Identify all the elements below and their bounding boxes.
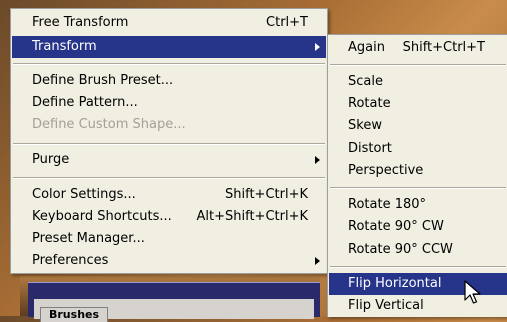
menu-item-define-custom-shape: Define Custom Shape...: [12, 114, 326, 136]
menu-item-label: Define Pattern...: [32, 95, 138, 110]
submenu-item-skew[interactable]: Skew: [329, 115, 507, 137]
menu-item-label: Preset Manager...: [32, 231, 145, 246]
menu-item-label: Distort: [348, 141, 392, 156]
menu-item-transform[interactable]: Transform: [12, 36, 326, 58]
menu-item-label: Flip Horizontal: [348, 276, 442, 291]
menu-separator: [13, 177, 325, 179]
menu-item-label: Flip Vertical: [348, 298, 424, 313]
menu-item-label: Rotate 90° CW: [348, 219, 444, 234]
submenu-item-distort[interactable]: Distort: [329, 138, 507, 160]
menu-item-purge[interactable]: Purge: [12, 149, 326, 171]
menu-item-label: Scale: [348, 74, 383, 89]
menu-item-label: Rotate 90° CCW: [348, 242, 453, 257]
chevron-right-icon: [315, 43, 320, 51]
menu-separator: [13, 143, 325, 145]
menu-item-label: Rotate 180°: [348, 197, 427, 212]
submenu-item-rotate[interactable]: Rotate: [329, 93, 507, 115]
menu-item-define-pattern[interactable]: Define Pattern...: [12, 92, 326, 114]
transform-submenu: Again Shift+Ctrl+T Scale Rotate Skew Dis…: [327, 34, 507, 317]
menu-separator: [330, 187, 506, 189]
chevron-right-icon: [315, 257, 320, 265]
submenu-item-rotate-180[interactable]: Rotate 180°: [329, 194, 507, 216]
menu-item-shortcut: Shift+Ctrl+K: [225, 187, 308, 202]
mouse-pointer-icon: [464, 280, 481, 304]
submenu-item-scale[interactable]: Scale: [329, 71, 507, 93]
menu-separator: [330, 266, 506, 268]
menu-item-label: Purge: [32, 152, 70, 167]
menu-item-define-brush-preset[interactable]: Define Brush Preset...: [12, 70, 326, 92]
submenu-item-again[interactable]: Again Shift+Ctrl+T: [329, 37, 507, 59]
menu-item-preferences[interactable]: Preferences: [12, 250, 326, 272]
submenu-item-perspective[interactable]: Perspective: [329, 160, 507, 182]
chevron-right-icon: [315, 156, 320, 164]
brushes-tab[interactable]: Brushes: [40, 307, 109, 322]
menu-item-label: Keyboard Shortcuts...: [32, 209, 172, 224]
menu-item-label: Rotate: [348, 96, 391, 111]
submenu-item-rotate-90-cw[interactable]: Rotate 90° CW: [329, 216, 507, 238]
menu-item-keyboard-shortcuts[interactable]: Keyboard Shortcuts... Alt+Shift+Ctrl+K: [12, 206, 326, 228]
menu-item-label: Define Brush Preset...: [32, 73, 174, 88]
brushes-panel: Brushes: [28, 282, 320, 322]
menu-item-shortcut: Alt+Shift+Ctrl+K: [196, 209, 308, 224]
menu-separator: [330, 64, 506, 66]
menu-item-label: Skew: [348, 118, 382, 133]
menu-separator: [13, 63, 325, 65]
menu-item-shortcut: Ctrl+T: [266, 15, 308, 30]
menu-item-label: Color Settings...: [32, 187, 136, 202]
menu-item-free-transform[interactable]: Free Transform Ctrl+T: [12, 12, 326, 34]
menu-item-preset-manager[interactable]: Preset Manager...: [12, 228, 326, 250]
menu-item-label: Transform: [32, 39, 97, 54]
menu-item-label: Perspective: [348, 163, 424, 178]
submenu-item-rotate-90-ccw[interactable]: Rotate 90° CCW: [329, 239, 507, 261]
menu-item-color-settings[interactable]: Color Settings... Shift+Ctrl+K: [12, 184, 326, 206]
menu-item-label: Preferences: [32, 253, 109, 268]
menu-item-shortcut: Shift+Ctrl+T: [402, 40, 485, 55]
edit-menu: Free Transform Ctrl+T Transform Define B…: [10, 8, 328, 274]
menu-item-label: Free Transform: [32, 15, 129, 30]
menu-item-label: Again: [348, 40, 385, 55]
menu-item-label: Define Custom Shape...: [32, 117, 186, 132]
